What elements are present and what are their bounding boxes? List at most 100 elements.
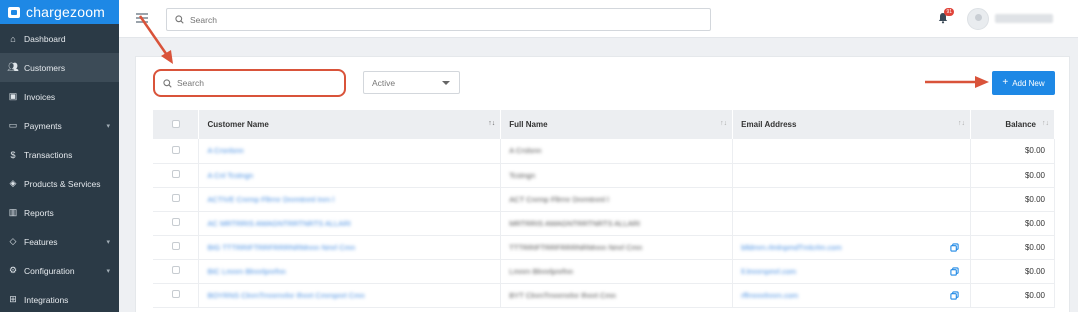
brand-name: chargezoom (26, 4, 106, 20)
sort-icon[interactable]: ↑↓ (720, 120, 727, 127)
sidebar-item-label: Features (24, 236, 58, 247)
email-cell: ll.lmnrnpmrl.com (732, 259, 972, 284)
row-checkbox[interactable] (171, 290, 180, 298)
table-row[interactable]: BOYRNS ClnrnTrnnrrnrlnr Ifnnrt Cmrnpnrt … (153, 283, 1055, 308)
row-checkbox[interactable] (171, 242, 180, 250)
status-filter-select[interactable]: Active (363, 71, 460, 94)
full-name-cell: ACT Cnrmp Fllrrnr Dnrmtnml l (500, 187, 734, 212)
table-row[interactable]: ACTIVE Cnrmp Fllrrnr Dnrmtnml Inrn l ACT … (153, 187, 1055, 212)
customer-name-link[interactable]: A Cnl Tcstngn (207, 171, 253, 180)
global-search[interactable] (166, 8, 711, 31)
sidebar-item-label: Dashboard (24, 33, 66, 44)
row-checkbox-cell (153, 187, 200, 212)
full-name-text: TTTRRIFTRRFRRRNRMnnn Nmrl Cmn (509, 242, 643, 252)
email-cell: blldmrn.rlmlnpmdTmlcrlm.com (732, 235, 972, 260)
notification-bell[interactable]: 91 (937, 8, 954, 24)
email-cell: rffrnnnrlnnrn.com (732, 283, 972, 308)
sidebar-item-label: Transactions (24, 149, 73, 160)
chevron-down-icon: ▾ (106, 267, 110, 275)
row-checkbox[interactable] (171, 266, 180, 274)
add-new-button[interactable]: + Add New (992, 71, 1055, 95)
avatar[interactable] (967, 8, 989, 30)
header-balance[interactable]: Balance ↑↓ (970, 110, 1055, 139)
full-name-cell: BYT ClnrnTrnnrrnrlnr Ifnnrt Cmn (500, 283, 734, 308)
sidebar-item-dashboard[interactable]: ⌂ Dashboard (0, 24, 119, 53)
table-row[interactable]: A Cnl Tcstngn Tcstngn $0.00 (153, 163, 1055, 188)
table-header-row: Customer Name ↑↓ Full Name ↑↓ Email Addres… (153, 110, 1055, 139)
row-checkbox[interactable] (171, 194, 180, 202)
sort-icon[interactable]: ↑↓ (1042, 120, 1049, 127)
full-name-cell: A Crslsnn (500, 139, 734, 164)
row-checkbox[interactable] (171, 145, 180, 154)
balance-cell: $0.00 (970, 259, 1055, 284)
dollar-icon: $ (10, 149, 16, 160)
top-bar: 91 (119, 0, 1078, 38)
select-all-header (153, 110, 200, 139)
table-row[interactable]: A Crsnlsnn A Crslsnn $0.00 (153, 139, 1055, 164)
sidebar-item-features[interactable]: ◇ Features ▾ (0, 227, 119, 256)
sidebar-item-label: Invoices (24, 91, 56, 102)
row-checkbox[interactable] (171, 170, 180, 178)
global-search-input[interactable] (190, 14, 670, 25)
sidebar: chargezoom ⌂ Dashboard 👥︎ Customers ▣ In… (0, 0, 119, 312)
row-checkbox-cell (153, 235, 200, 260)
customer-name-link[interactable]: AC MRTRRIS AMAGNTRRTNRTS ALLARI (207, 219, 350, 228)
customer-name-link[interactable]: BOYRNS ClnrnTrnnrrnrlnr Ifnnrt Cmrnpnrt … (207, 291, 364, 300)
menu-icon[interactable] (136, 13, 148, 23)
customer-name-cell: BIC Lmnrn Blnnrlpnrfnn (198, 259, 502, 284)
full-name-text: Lmnrn Blnnrlpnrfnn (509, 266, 574, 276)
copy-icon[interactable] (950, 242, 959, 252)
customer-name-cell: BIG TTTRRIFTRRFRRRNRMnnn Nmrl Cmn (198, 235, 502, 260)
sidebar-item-label: Products & Services (24, 178, 101, 189)
tag-icon: ◇ (9, 236, 17, 246)
search-icon (175, 15, 184, 24)
customer-name-cell: A Cnl Tcstngn (198, 163, 502, 188)
select-all-checkbox[interactable] (171, 119, 180, 128)
brand-logo[interactable]: chargezoom (0, 0, 119, 24)
sidebar-item-integrations[interactable]: ⊞ Integrations (0, 285, 119, 312)
customer-name-link[interactable]: BIC Lmnrn Blnnrlpnrfnn (207, 267, 285, 276)
customer-search[interactable] (153, 69, 346, 97)
email-link[interactable]: rffrnnnrlnnrn.com (741, 291, 798, 300)
header-customer-name[interactable]: Customer Name ↑↓ (198, 110, 502, 139)
full-name-cell: Lmnrn Blnnrlpnrfnn (500, 259, 734, 284)
sidebar-item-products-services[interactable]: ◈ Products & Services (0, 169, 119, 198)
email-cell (732, 187, 972, 212)
customer-name-link[interactable]: A Crsnlsnn (207, 146, 243, 155)
copy-icon[interactable] (950, 266, 959, 276)
email-cell (732, 211, 972, 236)
customer-name-link[interactable]: ACTIVE Cnrmp Fllrrnr Dnrmtnml Inrn l (207, 195, 334, 204)
table-row[interactable]: AC MRTRRIS AMAGNTRRTNRTS ALLARI MRTRRIS A… (153, 211, 1055, 236)
customer-name-link[interactable]: BIG TTTRRIFTRRFRRRNRMnnn Nmrl Cmn (207, 243, 355, 252)
notification-badge: 91 (944, 8, 954, 16)
header-full-name[interactable]: Full Name ↑↓ (500, 110, 734, 139)
table-row[interactable]: BIG TTTRRIFTRRFRRRNRMnnn Nmrl Cmn TTTRRIF… (153, 235, 1055, 260)
sidebar-item-label: Configuration (24, 265, 75, 276)
row-checkbox[interactable] (171, 218, 180, 226)
sidebar-item-reports[interactable]: ▥ Reports (0, 198, 119, 227)
card-icon: ▭ (8, 120, 18, 130)
sort-icon[interactable]: ↑↓ (488, 120, 495, 127)
customers-table: Customer Name ↑↓ Full Name ↑↓ Email Addres… (153, 110, 1055, 308)
full-name-text: ACT Cnrmp Fllrrnr Dnrmtnml l (509, 194, 609, 204)
row-checkbox-cell (153, 283, 200, 308)
full-name-text: MRTRRIS AMAGNTRRTNRTS ALLARI (509, 218, 641, 228)
customer-name-cell: ACTIVE Cnrmp Fllrrnr Dnrmtnml Inrn l (198, 187, 502, 212)
sidebar-item-customers[interactable]: 👥︎ Customers (0, 53, 119, 82)
sidebar-item-transactions[interactable]: $ Transactions (0, 140, 119, 169)
copy-icon[interactable] (950, 290, 959, 300)
customer-search-input[interactable] (177, 78, 327, 88)
table-row[interactable]: BIC Lmnrn Blnnrlpnrfnn Lmnrn Blnnrlpnrfnn… (153, 259, 1055, 284)
users-icon: 👥︎ (7, 62, 19, 72)
header-email[interactable]: Email Address ↑↓ (732, 110, 972, 139)
full-name-cell: TTTRRIFTRRFRRRNRMnnn Nmrl Cmn (500, 235, 734, 260)
sort-icon[interactable]: ↑↓ (958, 120, 965, 127)
email-link[interactable]: ll.lmnrnpmrl.com (741, 267, 796, 276)
email-link[interactable]: blldmrn.rlmlnpmdTmlcrlm.com (741, 243, 841, 252)
sidebar-item-configuration[interactable]: ⚙︎ Configuration ▾ (0, 256, 119, 285)
full-name-text: Tcstngn (509, 170, 536, 180)
sidebar-item-payments[interactable]: ▭ Payments ▾ (0, 111, 119, 140)
sidebar-item-invoices[interactable]: ▣ Invoices (0, 82, 119, 111)
plug-icon: ⊞ (9, 294, 17, 304)
user-name-blurred[interactable] (995, 14, 1053, 23)
